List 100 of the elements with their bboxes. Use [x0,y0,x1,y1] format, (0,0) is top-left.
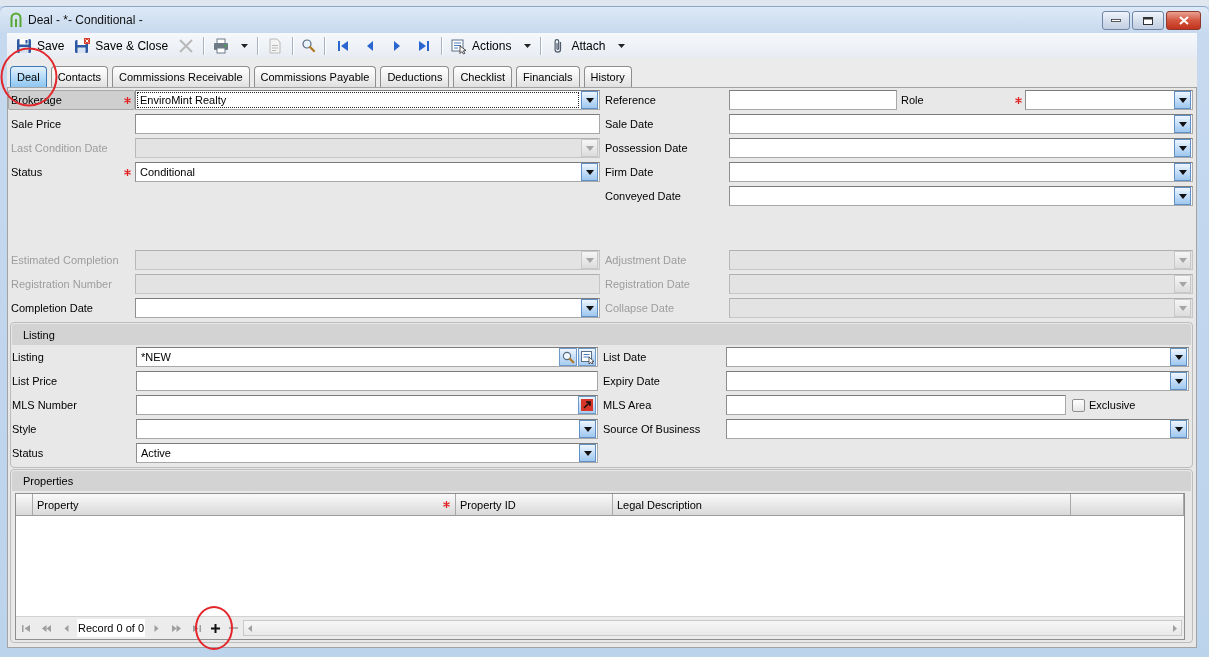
dropdown-field[interactable] [135,298,600,318]
dropdown-field[interactable] [729,114,1193,134]
field-label: Style [12,423,38,435]
dropdown-button[interactable] [579,420,596,438]
dropdown-button[interactable] [1174,139,1191,157]
dropdown-button[interactable] [581,299,598,317]
maximize-button[interactable] [1132,11,1164,30]
close-button[interactable] [1166,11,1201,30]
section-header: Listing [12,324,1191,345]
caret-down-icon [241,43,249,48]
save-button[interactable]: Save [11,34,70,57]
dropdown-field[interactable]: Active [136,443,598,463]
record-counter: Record 0 of 0 [77,619,146,637]
caret-down-icon [1174,354,1183,360]
dropdown-button[interactable] [581,163,598,181]
dropdown-field[interactable] [729,186,1193,206]
dropdown-button[interactable] [581,91,598,109]
triangle-left-icon [61,624,71,632]
caret-down-icon [1174,426,1183,432]
caret-down-icon [1178,121,1187,127]
dropdown-button[interactable] [1170,348,1187,366]
search-button[interactable] [559,348,577,366]
caret-down-icon [1178,193,1187,199]
field-label: Last Condition Date [11,142,109,154]
text-field[interactable] [729,90,897,110]
open-link-button[interactable] [578,396,596,414]
field-label: Possession Date [605,142,689,154]
dropdown-field[interactable] [729,162,1193,182]
tab[interactable]: Contacts [50,66,109,87]
caret-down-icon [1174,378,1183,384]
field-label: Status [11,166,44,178]
printer-icon [213,37,230,54]
app-logo-icon [9,12,23,28]
dropdown-button[interactable] [579,444,596,462]
field-label: Completion Date [11,302,94,314]
dropdown-field[interactable] [726,347,1189,367]
caret-down-icon [1178,169,1187,175]
field-label: Sale Price [11,118,63,130]
text-field[interactable] [726,395,1066,415]
field-label: MLS Number [12,399,78,411]
caret-down-icon [585,257,594,263]
dropdown-field[interactable]: EnviroMint Realty [135,90,600,110]
tab[interactable]: Checklist [453,66,513,87]
caret-down-icon [585,145,594,151]
skip-start-icon [21,624,31,632]
form-pointer-icon [580,350,594,364]
minimize-button[interactable] [1102,11,1130,30]
caret-down-icon [1178,281,1187,287]
dropdown-button[interactable] [1174,163,1191,181]
window-title: Deal - *- Conditional - [28,13,143,27]
minimize-icon [1111,19,1121,22]
field-label: Expiry Date [603,375,661,387]
link-field[interactable] [136,395,598,415]
plus-icon [210,623,220,633]
actions-button[interactable]: Actions [446,34,537,57]
tab[interactable]: Financials [516,66,580,87]
dropdown-field[interactable] [1025,90,1193,110]
column-header: Property ID [460,498,517,511]
tab[interactable]: Commissions Payable [253,66,377,87]
tab[interactable]: History [583,66,632,87]
double-triangle-left-icon [41,624,51,632]
dropdown-field[interactable] [136,419,598,439]
dropdown-button[interactable] [1170,372,1187,390]
search-icon [562,351,574,363]
save-and-close-button[interactable]: Save & Close [69,34,174,57]
field-label: List Price [12,375,59,387]
caret-down-icon [585,97,594,103]
column-header: Legal Description [617,498,703,511]
field-label: Registration Number [11,278,113,290]
checkbox[interactable] [1072,398,1085,412]
dropdown-button[interactable] [1174,91,1191,109]
text-field[interactable] [135,114,600,134]
caret-down-icon [524,43,532,48]
field-label: List Date [603,351,648,363]
close-icon [1178,16,1189,25]
field-label: Source Of Business [603,423,702,435]
open-form-button[interactable] [578,348,596,366]
dropdown-button[interactable] [1174,115,1191,133]
text-field[interactable] [136,371,598,391]
lookup-field[interactable]: *NEW [136,347,598,367]
document-icon [267,37,284,54]
tab[interactable]: Commissions Receivable [112,66,250,87]
dropdown-button[interactable] [1174,187,1191,205]
field-label: Adjustment Date [605,254,688,266]
dropdown-field[interactable] [726,419,1189,439]
attach-button[interactable]: Attach [545,34,631,57]
caret-down-icon [585,305,594,311]
document-pointer-icon [451,37,468,54]
caret-down-icon [1178,305,1187,311]
tab[interactable]: Deductions [380,66,450,87]
dropdown-field[interactable]: Conditional [135,162,600,182]
skip-end-icon [191,624,201,632]
dropdown-field[interactable] [729,138,1193,158]
dropdown-button[interactable] [1170,420,1187,438]
field-label: Collapse Date [605,302,676,314]
caret-down-icon [1178,97,1187,103]
dropdown-field[interactable] [726,371,1189,391]
horizontal-scrollbar[interactable] [243,620,1182,636]
field-label: Sale Date [605,118,655,130]
field-label: Registration Date [605,278,691,290]
